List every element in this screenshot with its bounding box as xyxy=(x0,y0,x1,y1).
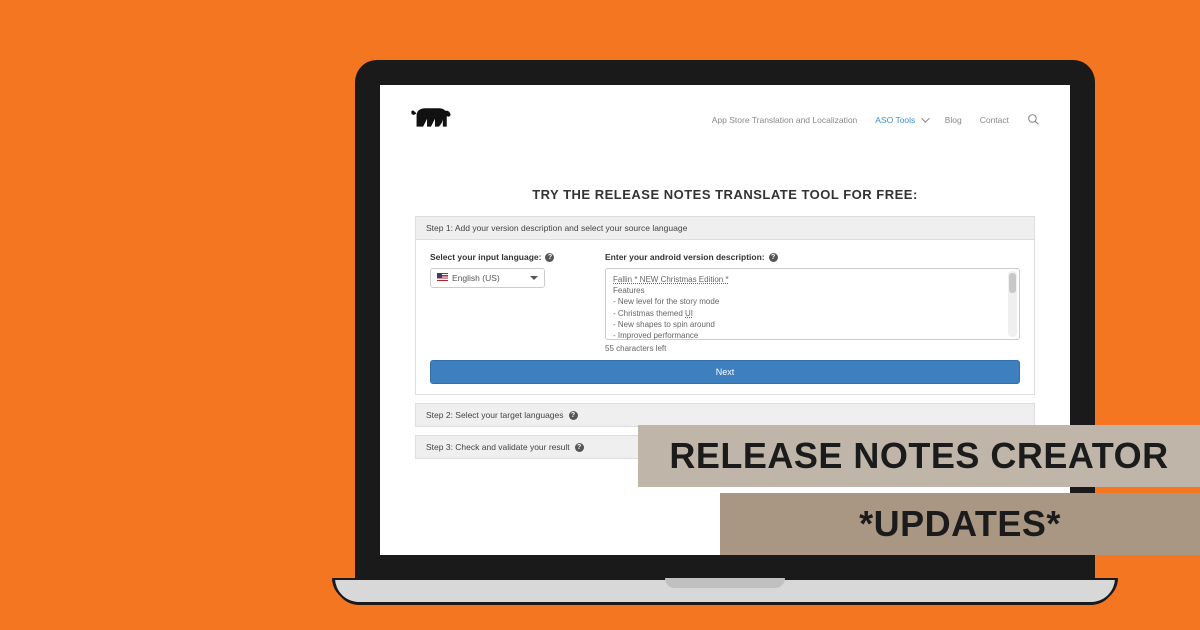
scrollbar[interactable] xyxy=(1008,271,1017,337)
main-nav: App Store Translation and Localization A… xyxy=(712,113,1040,128)
wizard-panel: Step 1: Add your version description and… xyxy=(415,216,1035,459)
ta-line: - Christmas themed UI xyxy=(613,309,693,318)
help-icon[interactable]: ? xyxy=(769,253,778,262)
us-flag-icon xyxy=(437,273,448,281)
laptop-base xyxy=(335,578,1115,602)
step1-body: Select your input language: ? English (U… xyxy=(415,240,1035,395)
search-icon[interactable] xyxy=(1027,113,1040,128)
ta-line: Features xyxy=(613,285,1012,296)
ta-line: Fallin * NEW Christmas Edition * xyxy=(613,275,729,284)
nav-aso-tools[interactable]: ASO Tools xyxy=(875,115,926,125)
step2-header[interactable]: Step 2: Select your target languages ? xyxy=(415,403,1035,427)
nav-blog[interactable]: Blog xyxy=(945,115,962,125)
step1-header-label: Step 1: Add your version description and… xyxy=(426,223,687,233)
selected-language: English (US) xyxy=(452,273,500,283)
top-bar: App Store Translation and Localization A… xyxy=(380,85,1070,145)
next-button[interactable]: Next xyxy=(430,360,1020,384)
nav-translation[interactable]: App Store Translation and Localization xyxy=(712,115,858,125)
step1-header[interactable]: Step 1: Add your version description and… xyxy=(415,216,1035,240)
elephant-logo xyxy=(410,103,452,137)
help-icon[interactable]: ? xyxy=(545,253,554,262)
ta-line: - Improved performance xyxy=(613,330,1012,341)
step2-label: Step 2: Select your target languages xyxy=(426,410,564,420)
help-icon[interactable]: ? xyxy=(575,443,584,452)
char-counter: 55 characters left xyxy=(605,344,1020,353)
hero-title: TRY THE RELEASE NOTES TRANSLATE TOOL FOR… xyxy=(380,187,1070,202)
input-lang-label: Select your input language: ? xyxy=(430,252,585,262)
help-icon[interactable]: ? xyxy=(569,411,578,420)
language-select[interactable]: English (US) xyxy=(430,268,545,288)
nav-aso-tools-label: ASO Tools xyxy=(875,115,915,125)
overlay-banner-subtitle: *UPDATES* xyxy=(720,493,1200,555)
nav-contact[interactable]: Contact xyxy=(980,115,1009,125)
step3-label: Step 3: Check and validate your result xyxy=(426,442,570,452)
description-textarea[interactable]: Fallin * NEW Christmas Edition * Feature… xyxy=(605,268,1020,340)
desc-label: Enter your android version description: … xyxy=(605,252,1020,262)
caret-down-icon xyxy=(530,276,538,280)
overlay-banner-title: RELEASE NOTES CREATOR xyxy=(638,425,1200,487)
chevron-down-icon xyxy=(921,114,929,122)
ta-line: - New shapes to spin around xyxy=(613,319,1012,330)
ta-line: - New level for the story mode xyxy=(613,296,1012,307)
laptop-notch xyxy=(665,578,785,588)
